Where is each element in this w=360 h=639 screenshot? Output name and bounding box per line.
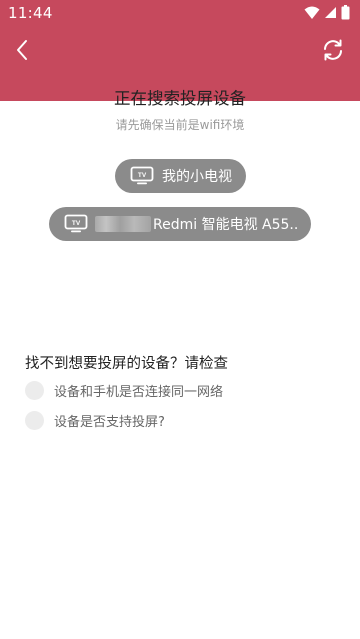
- page-subtitle: 请先确保当前是wifi环境: [115, 118, 245, 132]
- device-name: Redmi 智能电视 A55...: [153, 217, 297, 233]
- refresh-icon: [324, 39, 342, 61]
- help-item-text: 设备是否支持投屏?: [54, 415, 165, 430]
- battery-icon: [341, 5, 350, 20]
- obscured-text: [95, 216, 151, 232]
- bullet-icon: [25, 381, 44, 400]
- device-item[interactable]: TV Redmi 智能电视 A55...: [49, 207, 311, 241]
- svg-text:TV: TV: [72, 220, 81, 227]
- help-item: 设备和手机是否连接同一网络: [25, 381, 223, 400]
- toolbar: [0, 26, 360, 74]
- help-item-text: 设备和手机是否连接同一网络: [54, 385, 224, 400]
- tv-icon: TV: [64, 214, 88, 233]
- device-name-wrapper: Redmi 智能电视 A55...: [95, 214, 297, 234]
- page-title: 正在搜索投屏设备: [114, 89, 246, 108]
- signal-icon: [325, 7, 336, 18]
- device-item[interactable]: TV 我的小电视: [115, 159, 246, 193]
- status-time: 11:44: [8, 4, 53, 22]
- help-item: 设备是否支持投屏?: [25, 411, 165, 430]
- refresh-button[interactable]: [318, 35, 348, 65]
- svg-text:TV: TV: [138, 172, 147, 179]
- tv-icon: TV: [130, 166, 154, 185]
- help-heading: 找不到想要投屏的设备？请检查: [25, 356, 228, 372]
- wifi-icon: [304, 6, 320, 19]
- chevron-left-icon: [17, 40, 27, 60]
- back-button[interactable]: [8, 34, 36, 66]
- bullet-icon: [25, 411, 44, 430]
- status-bar: 11:44: [0, 0, 360, 26]
- device-name: 我的小电视: [162, 169, 232, 185]
- status-icons: [304, 5, 350, 20]
